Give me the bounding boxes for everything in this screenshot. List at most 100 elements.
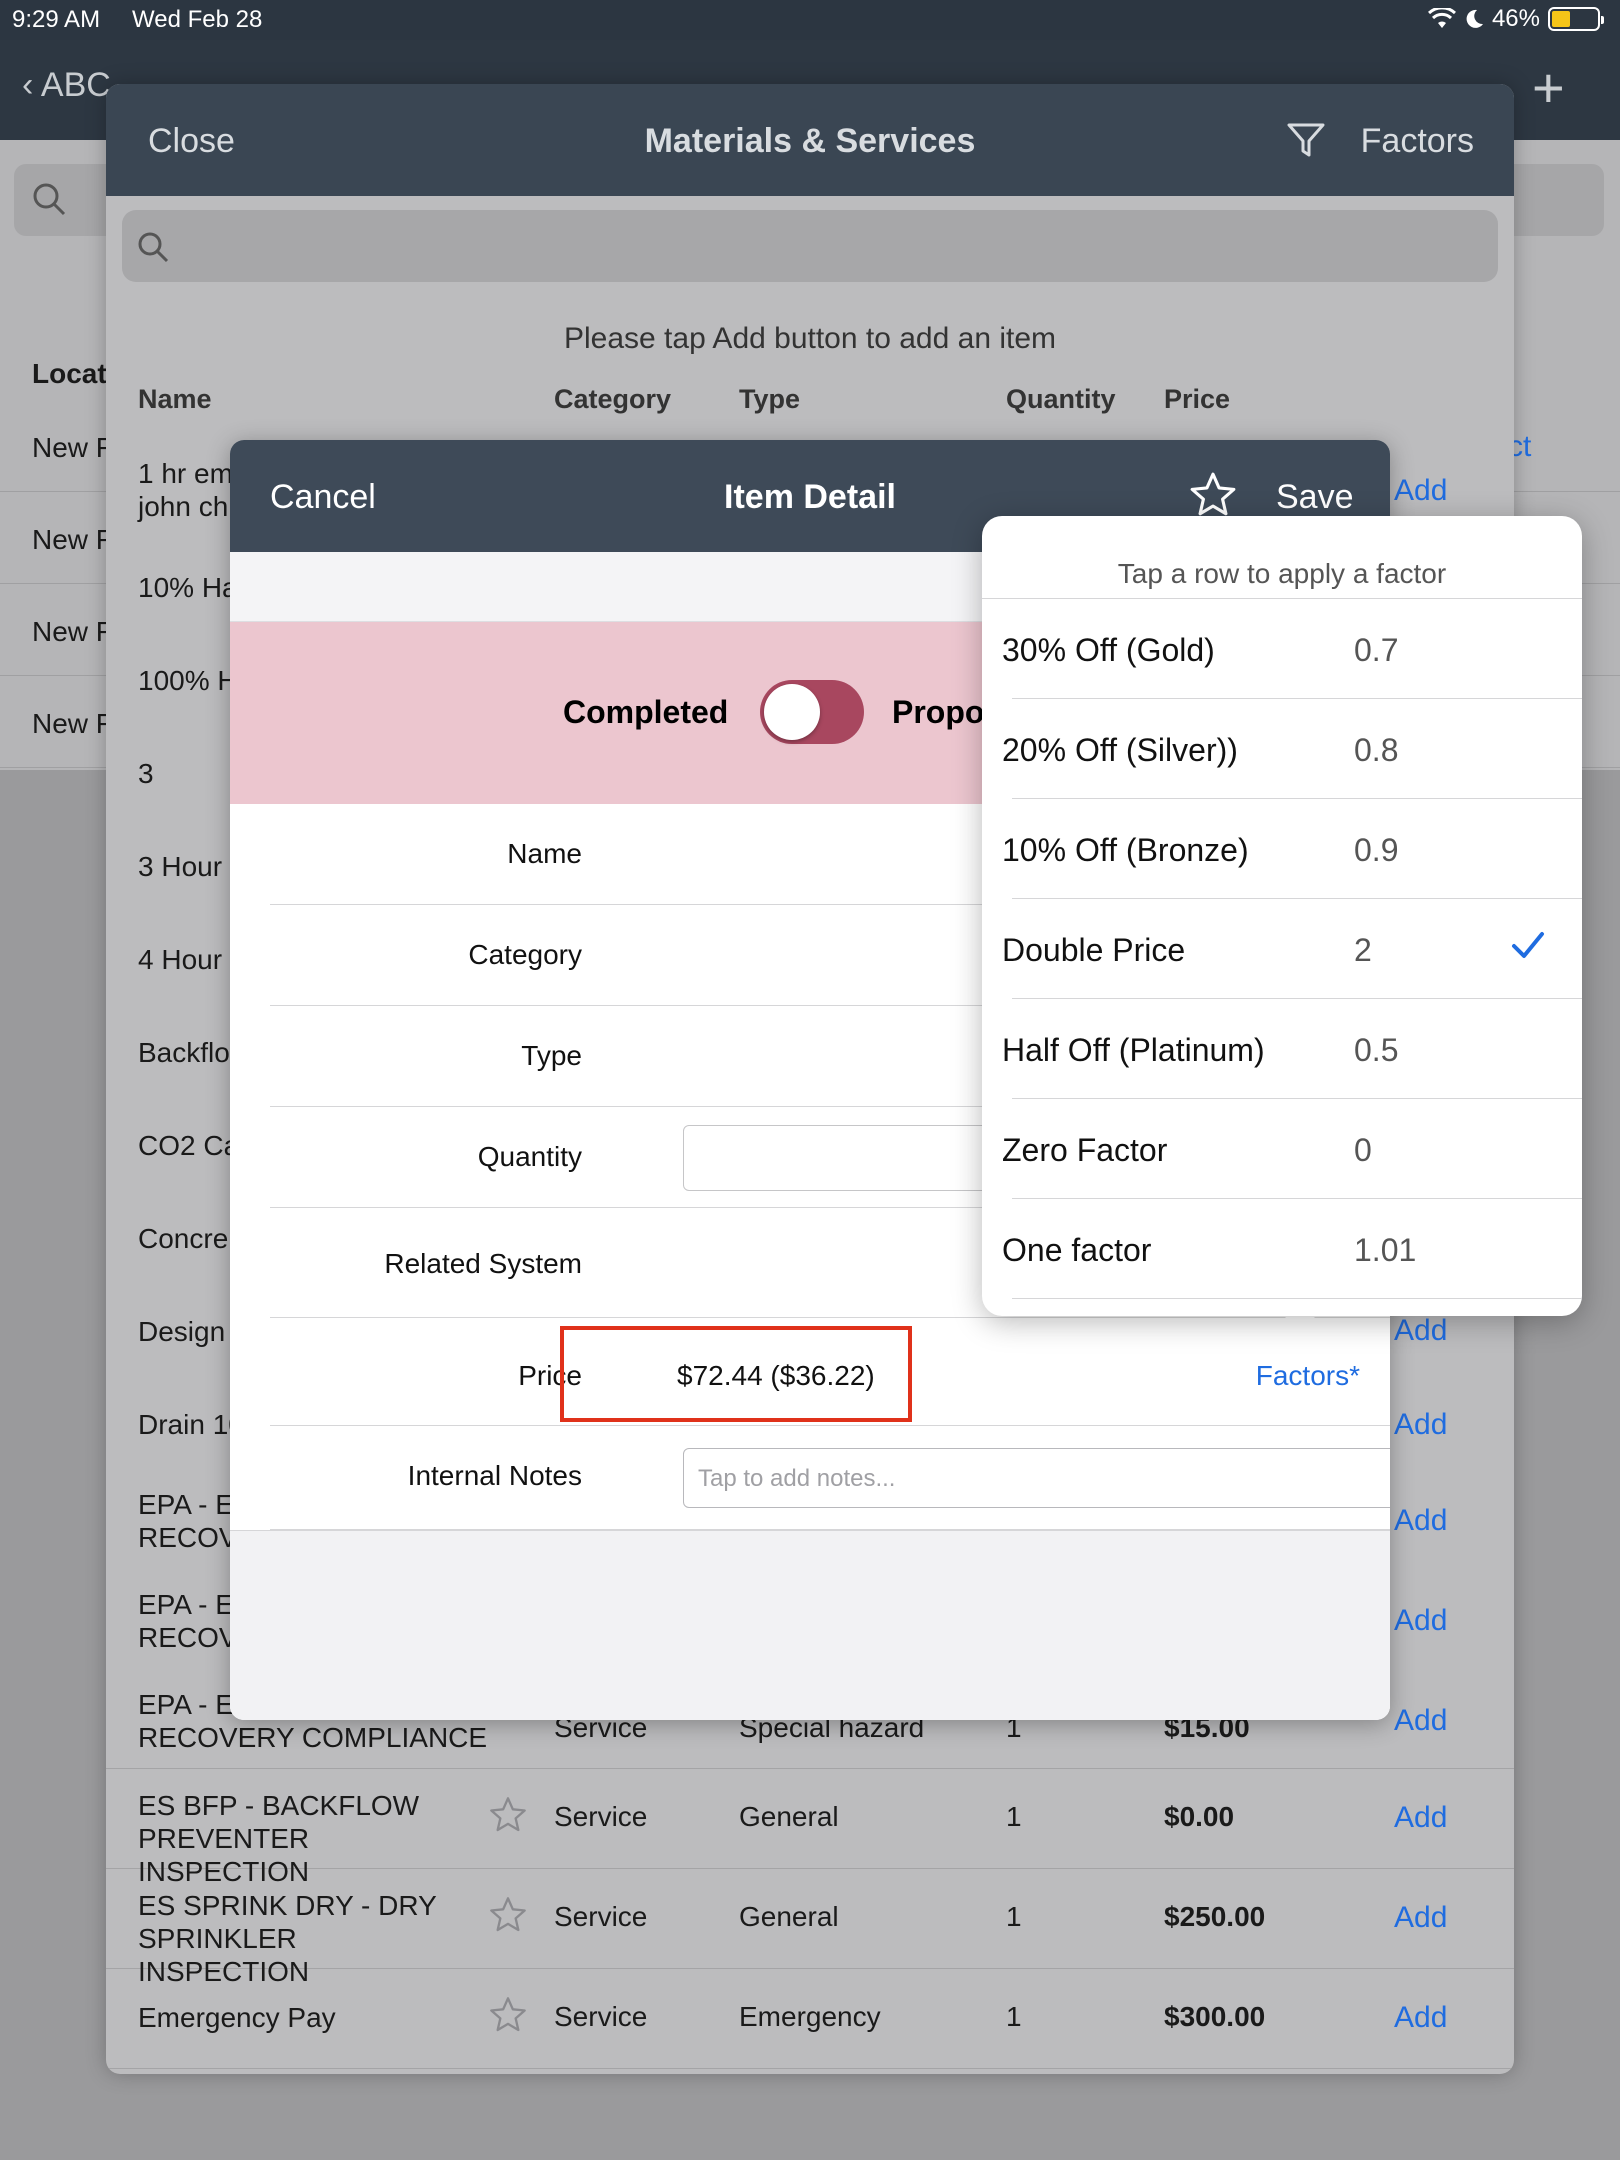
table-row[interactable]: ES BFP - BACKFLOW PREVENTER INSPECTION S… <box>106 1769 1514 1887</box>
add-button[interactable]: Add <box>1394 1704 1447 1738</box>
status-time: 9:29 AM <box>12 6 101 33</box>
column-header-name: Name <box>138 384 212 414</box>
column-header-type: Type <box>739 384 801 414</box>
list-item-name: RECOV <box>138 1522 238 1553</box>
column-header-quantity: Quantity <box>1006 384 1116 414</box>
factor-value: 2 <box>1354 932 1372 968</box>
list-item-name: 4 Hour <box>138 944 223 975</box>
factor-row[interactable]: Half Off (Platinum) 0.5 <box>982 999 1582 1099</box>
add-button[interactable]: Add <box>1394 1901 1447 1935</box>
list-item-type: General <box>739 1901 839 1932</box>
internal-notes-input[interactable]: Tap to add notes... <box>683 1448 1390 1508</box>
list-item-name: 10% Ha <box>138 572 238 603</box>
list-item-name: Emergency Pay <box>138 2002 336 2033</box>
list-item-name: RECOV <box>138 1622 238 1653</box>
add-button[interactable]: Add <box>1394 1801 1447 1835</box>
list-item-price: $0.00 <box>1164 1801 1235 1832</box>
list-item-name: EPA - E <box>138 1489 234 1520</box>
list-item-name: 3 Hour <box>138 851 223 882</box>
status-right: 46% <box>1427 5 1604 33</box>
factor-value: 0.9 <box>1354 832 1399 868</box>
factor-row-selected[interactable]: Double Price 2 <box>982 899 1582 999</box>
list-item-type: Emergency <box>739 2001 881 2032</box>
list-item-price: $300.00 <box>1164 2001 1266 2032</box>
add-button[interactable]: Add <box>1394 1314 1447 1348</box>
completed-label: Completed <box>563 694 729 730</box>
save-button[interactable]: Save <box>1276 478 1354 517</box>
factors-popover: Tap a row to apply a factor 30% Off (Gol… <box>982 516 1582 1316</box>
status-date: Wed Feb 28 <box>132 6 263 33</box>
field-label-name: Name <box>507 838 582 869</box>
background-back-button[interactable]: ‹ ABC <box>22 66 111 105</box>
moon-icon <box>1466 9 1483 28</box>
factor-row[interactable]: 10% Off (Bronze) 0.9 <box>982 799 1582 899</box>
factor-label: 10% Off (Bronze) <box>1002 832 1249 868</box>
field-label-quantity: Quantity <box>477 1141 582 1172</box>
location-name: New F <box>32 708 113 739</box>
field-label-internal-notes: Internal Notes <box>407 1460 582 1491</box>
list-item-name: 1 hr em <box>138 458 233 489</box>
add-button[interactable]: Add <box>1394 474 1447 508</box>
background-back-label: ABC <box>40 66 111 104</box>
factor-row[interactable]: One factor 1.01 <box>982 1199 1582 1299</box>
factor-row[interactable]: 30% Off (Gold) 0.7 <box>982 599 1582 699</box>
list-item-name: Concre <box>138 1223 229 1254</box>
list-item-name: EPA - E <box>138 1589 234 1620</box>
list-item-quantity: 1 <box>1006 2001 1022 2032</box>
location-name: New F <box>32 524 113 555</box>
add-button[interactable]: Add <box>1394 2001 1447 2035</box>
search-icon <box>138 232 169 263</box>
form-row-internal-notes: Internal Notes Tap to add notes... <box>270 1426 1390 1530</box>
factor-value: 0.5 <box>1354 1032 1399 1068</box>
list-item-quantity: 1 <box>1006 1901 1022 1932</box>
star-icon[interactable] <box>488 1895 528 1935</box>
proposed-label: Propo <box>892 694 985 730</box>
factor-label: Zero Factor <box>1002 1132 1168 1168</box>
add-icon[interactable]: + <box>1532 60 1565 116</box>
list-item-name: 3 <box>138 758 154 789</box>
status-bar: 9:29 AM Wed Feb 28 46% <box>0 0 1620 40</box>
factor-label: Double Price <box>1002 932 1186 968</box>
field-label-category: Category <box>468 939 582 970</box>
add-button[interactable]: Add <box>1394 1604 1447 1638</box>
list-item-name: EPA - E <box>138 1689 234 1720</box>
filter-icon[interactable] <box>1286 122 1326 158</box>
list-item-price: $250.00 <box>1164 1901 1266 1932</box>
list-item-quantity: 1 <box>1006 1801 1022 1832</box>
factor-value: 0 <box>1354 1132 1372 1168</box>
list-item-name: john ch <box>138 491 229 522</box>
toggle-knob <box>764 684 820 740</box>
add-button[interactable]: Add <box>1394 1504 1447 1538</box>
search-icon <box>33 183 66 216</box>
battery-percent: 46% <box>1491 5 1540 32</box>
form-row-price: Price $72.44 ($36.22) Factors* <box>270 1318 1390 1426</box>
add-button[interactable]: Add <box>1394 1408 1447 1442</box>
location-name: New F <box>32 432 113 463</box>
factor-value: 0.7 <box>1354 632 1399 668</box>
factors-button[interactable]: Factors <box>1361 122 1474 161</box>
list-item-name: 100% H <box>138 665 238 696</box>
wifi-icon <box>1427 8 1456 28</box>
star-icon[interactable] <box>488 1795 528 1835</box>
factor-value: 1.01 <box>1354 1232 1417 1268</box>
field-label-type: Type <box>521 1040 582 1071</box>
list-item-name: Design <box>138 1316 226 1347</box>
status-toggle[interactable] <box>760 680 864 744</box>
materials-search-input[interactable] <box>122 210 1498 282</box>
factor-label: Half Off (Platinum) <box>1002 1032 1265 1068</box>
factor-label: 20% Off (Silver)) <box>1002 732 1238 768</box>
factor-value: 0.8 <box>1354 732 1399 768</box>
factor-row[interactable]: Zero Factor 0 <box>982 1099 1582 1199</box>
star-icon[interactable] <box>488 1995 528 2035</box>
table-row[interactable]: ES SPRINK DRY - DRY SPRINKLER INSPECTION… <box>106 1869 1514 1987</box>
add-hint: Please tap Add button to add an item <box>563 322 1057 355</box>
factors-link[interactable]: Factors* <box>1256 1360 1360 1392</box>
popover-hint: Tap a row to apply a factor <box>1117 558 1447 589</box>
column-header-category: Category <box>554 384 672 414</box>
background-section-label: Locat <box>32 358 107 389</box>
factor-row[interactable]: 20% Off (Silver)) 0.8 <box>982 699 1582 799</box>
location-name: New F <box>32 616 113 647</box>
table-row[interactable]: Emergency Pay Service Emergency 1 $300.0… <box>106 1969 1514 2069</box>
star-icon[interactable] <box>1188 470 1238 520</box>
item-detail-footer <box>230 1530 1390 1720</box>
